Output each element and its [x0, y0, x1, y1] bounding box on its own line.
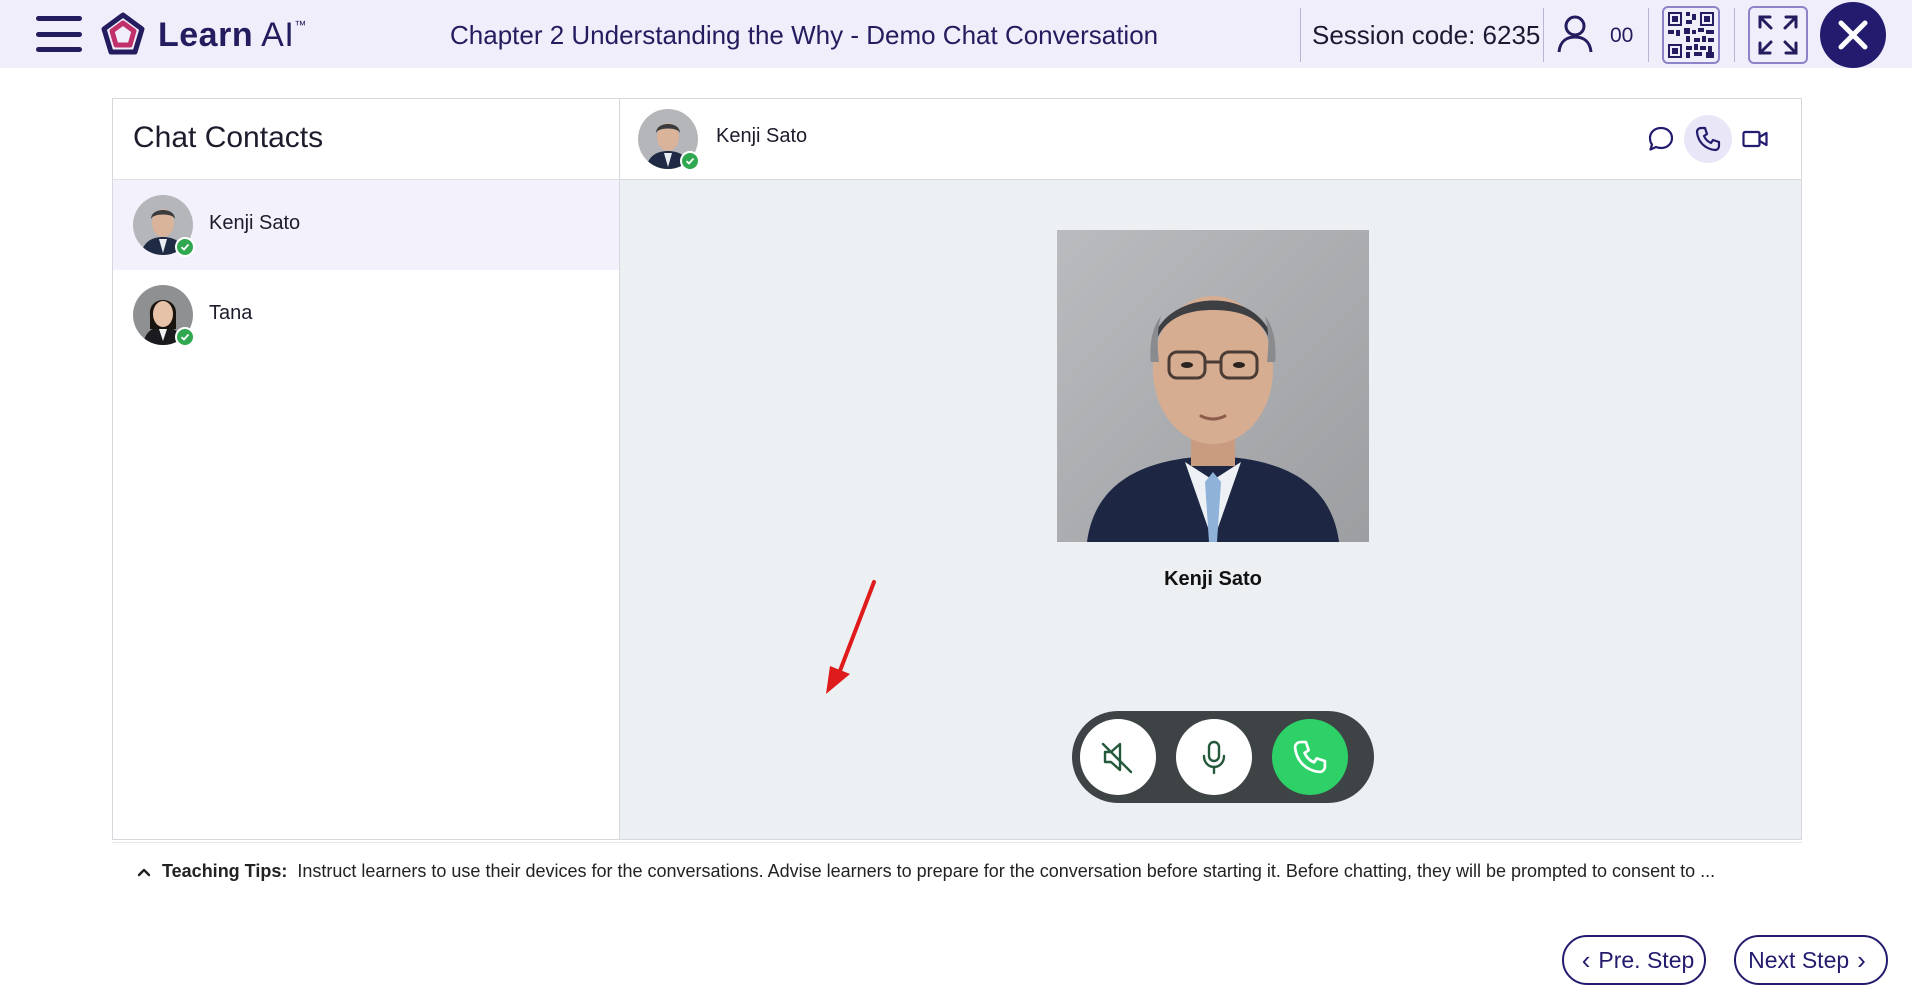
pentagon-logo-icon [101, 12, 145, 55]
avatar [133, 285, 195, 347]
page-title: Chapter 2 Understanding the Why - Demo C… [450, 20, 1159, 50]
next-step-button[interactable]: Next Step › [1734, 935, 1888, 985]
contact-name: Kenji Sato [209, 212, 301, 234]
video-mode-button[interactable] [1731, 115, 1779, 163]
contacts-list: Chat Contacts Kenji Sato Tana [113, 99, 620, 839]
chat-mode-button[interactable] [1637, 115, 1685, 163]
tips-label: Teaching Tips: [162, 861, 288, 881]
qr-code-button[interactable] [1662, 6, 1720, 64]
chevron-right-icon: › [1857, 944, 1866, 975]
online-status-icon [175, 327, 195, 347]
close-icon [1838, 20, 1868, 50]
start-call-button[interactable] [1272, 719, 1348, 795]
divider [1648, 8, 1649, 62]
chat-bubble-icon [1648, 126, 1674, 151]
contacts-title: Chat Contacts [133, 121, 324, 154]
phone-call-icon [1293, 740, 1327, 774]
user-icon [1557, 15, 1593, 53]
tips-text: Instruct learners to use their devices f… [297, 861, 1716, 881]
chat-panel: Chat Contacts Kenji Sato Tana Kenji Sato… [112, 98, 1802, 840]
divider [1300, 8, 1301, 62]
speaker-muted-icon [1101, 742, 1133, 774]
chat-window: Kenji Sato Kenji Sato [620, 99, 1801, 839]
logo-text: Learn AI™ [158, 15, 307, 54]
phone-icon [1695, 126, 1721, 152]
qr-code-icon [1668, 12, 1714, 58]
chevron-left-icon: ‹ [1581, 944, 1591, 975]
call-controls [1072, 711, 1374, 803]
chat-contact-name: Kenji Sato [716, 125, 808, 147]
chevron-up-icon[interactable] [136, 864, 152, 880]
video-icon [1742, 130, 1768, 148]
speaker-toggle-button[interactable] [1080, 719, 1156, 795]
caller-portrait [1057, 230, 1369, 542]
close-button[interactable] [1820, 2, 1886, 68]
caller-name: Kenji Sato [1164, 568, 1262, 590]
logo: Learn AI™ [100, 12, 307, 58]
participant-count: 00 [1610, 24, 1634, 47]
microphone-button[interactable] [1176, 719, 1252, 795]
avatar [638, 109, 700, 171]
call-area: Kenji Sato [620, 180, 1801, 839]
previous-step-button[interactable]: ‹ Pre. Step [1562, 935, 1706, 985]
phone-mode-button[interactable] [1684, 115, 1732, 163]
chat-header: Kenji Sato [620, 99, 1801, 180]
microphone-icon [1202, 740, 1226, 775]
online-status-icon [175, 237, 195, 257]
session-code: Session code: 6235 [1312, 20, 1541, 50]
hamburger-menu-icon[interactable] [36, 16, 82, 52]
divider [1543, 8, 1544, 62]
expand-arrows-icon [1758, 15, 1798, 55]
avatar [133, 195, 195, 257]
teaching-tips-bar: Teaching Tips: Instruct learners to use … [112, 842, 1802, 900]
fullscreen-button[interactable] [1748, 6, 1808, 64]
contact-name: Tana [209, 302, 253, 324]
annotation-arrow-icon [826, 580, 876, 694]
contact-item-tana[interactable]: Tana [113, 270, 619, 360]
contact-item-kenji-sato[interactable]: Kenji Sato [113, 180, 619, 270]
online-status-icon [680, 151, 700, 171]
divider [1734, 8, 1735, 62]
top-bar: Learn AI™ Chapter 2 Understanding the Wh… [0, 0, 1912, 68]
